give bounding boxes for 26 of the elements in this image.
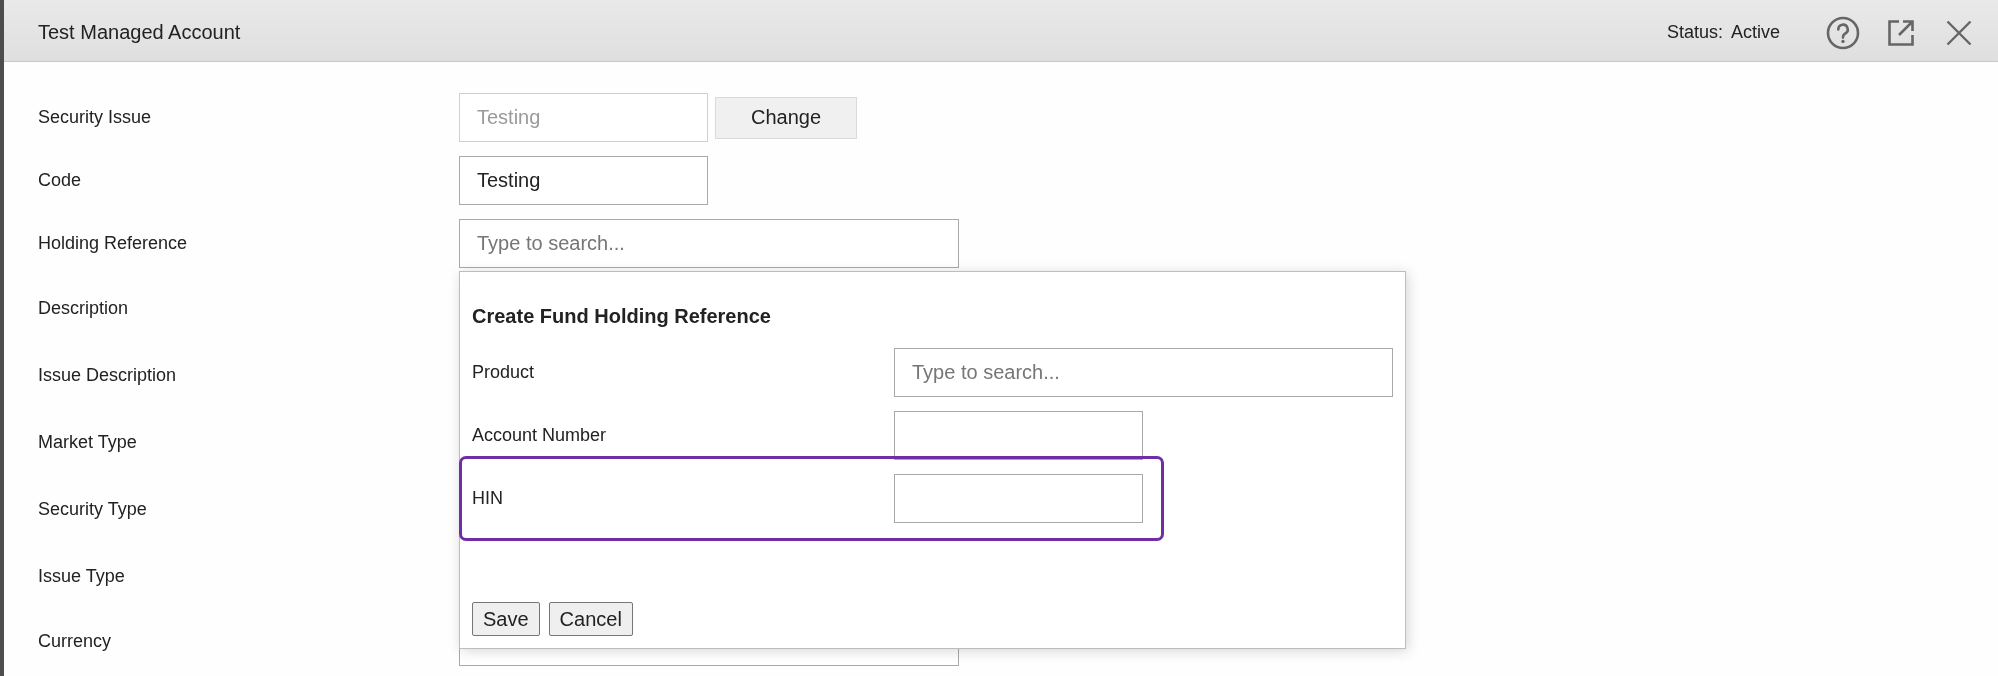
field-label: Market Type: [38, 432, 137, 453]
field-label: Product: [472, 362, 535, 383]
field-label: Security Issue: [38, 107, 152, 128]
text-field[interactable]: Testing: [459, 156, 708, 205]
cancel-button[interactable]: Cancel: [548, 602, 633, 636]
window-title: Test Managed Account: [38, 21, 241, 44]
field-label: Description: [38, 298, 129, 319]
field-label: Issue Description: [38, 365, 177, 386]
field-label: HIN: [472, 488, 503, 509]
search-field[interactable]: Type to search...: [459, 219, 959, 268]
field-label: Issue Type: [38, 566, 125, 587]
search-field[interactable]: Type to search...: [894, 348, 1393, 397]
text-field[interactable]: [894, 411, 1143, 460]
help-icon[interactable]: [1826, 15, 1860, 50]
external-link-icon[interactable]: [1886, 17, 1916, 48]
field-label: Holding Reference: [38, 233, 188, 254]
field-label: Security Type: [38, 499, 147, 520]
field-label: Currency: [38, 631, 112, 652]
status-value: Active: [1730, 22, 1780, 43]
status-label: Status:: [1666, 22, 1723, 43]
field-label: Account Number: [472, 425, 607, 446]
field-label: Code: [38, 170, 82, 191]
popup-title: Create Fund Holding Reference: [472, 304, 771, 328]
save-button[interactable]: Save: [472, 602, 540, 636]
text-field[interactable]: [894, 474, 1143, 523]
close-icon[interactable]: [1946, 19, 1972, 46]
